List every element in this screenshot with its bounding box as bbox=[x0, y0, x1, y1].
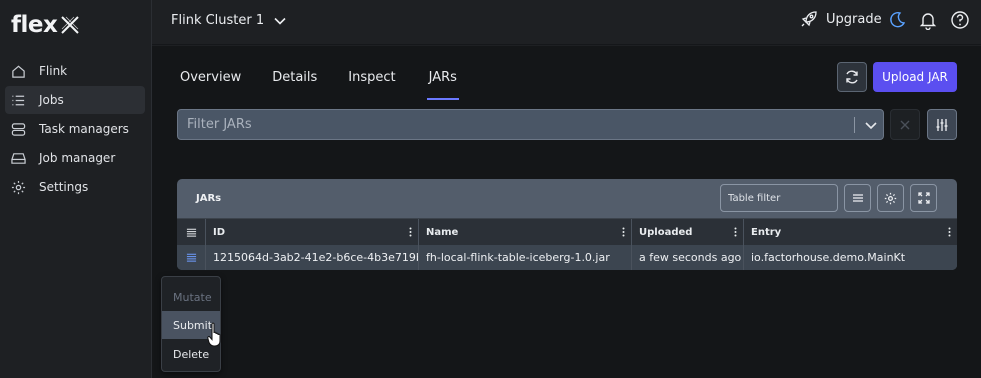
cluster-name: Flink Cluster 1 bbox=[171, 13, 265, 28]
app-logo[interactable]: flex bbox=[11, 12, 81, 38]
refresh-button[interactable] bbox=[837, 62, 867, 92]
moon-icon[interactable] bbox=[887, 10, 907, 30]
sidebar-item-settings[interactable]: Settings bbox=[5, 173, 145, 201]
menu-icon bbox=[186, 228, 196, 237]
column-header-id[interactable]: ID bbox=[205, 219, 418, 245]
sidebar-item-label: Job manager bbox=[39, 151, 116, 165]
sidebar: flex Flink Jobs Task managers Job manage… bbox=[0, 0, 152, 378]
upload-jar-button[interactable]: Upload JAR bbox=[873, 62, 957, 92]
sidebar-item-label: Task managers bbox=[39, 122, 129, 136]
cluster-selector[interactable]: Flink Cluster 1 bbox=[171, 13, 287, 28]
menu-icon bbox=[852, 194, 863, 202]
table-filter-input[interactable] bbox=[720, 184, 838, 212]
jars-table-card: JARs ID Name Uploaded bbox=[177, 179, 957, 270]
table-title: JARs bbox=[196, 193, 222, 204]
tab-details[interactable]: Details bbox=[272, 66, 317, 100]
column-header-name[interactable]: Name bbox=[418, 219, 631, 245]
kebab-icon[interactable] bbox=[734, 227, 737, 237]
refresh-icon bbox=[846, 70, 858, 84]
tab-overview[interactable]: Overview bbox=[180, 66, 241, 100]
expand-icon bbox=[917, 192, 930, 204]
column-label: Uploaded bbox=[639, 226, 693, 238]
jar-filter bbox=[177, 109, 884, 140]
cell-name: fh-local-flink-table-iceberg-1.0.jar bbox=[418, 245, 631, 270]
list-icon bbox=[12, 95, 25, 105]
sidebar-item-jobs[interactable]: Jobs bbox=[5, 86, 145, 114]
table-row[interactable]: 1215064d-3ab2-41e2-b6ce-4b3e719ba9... fh… bbox=[177, 245, 957, 270]
cell-uploaded: a few seconds ago bbox=[631, 245, 743, 270]
upgrade-button[interactable]: Upgrade bbox=[800, 10, 882, 28]
database-icon bbox=[11, 122, 26, 136]
tab-inspect[interactable]: Inspect bbox=[348, 66, 395, 100]
row-menu-icon bbox=[186, 253, 196, 262]
column-label: ID bbox=[213, 226, 226, 238]
column-header-uploaded[interactable]: Uploaded bbox=[631, 219, 743, 245]
help-icon[interactable] bbox=[950, 10, 970, 30]
close-icon bbox=[900, 120, 910, 129]
cell-entry: io.factorhouse.demo.MainKt bbox=[743, 245, 957, 270]
clear-filter-button[interactable] bbox=[890, 109, 920, 140]
tab-jars[interactable]: JARs bbox=[426, 66, 459, 100]
sidebar-nav: Flink Jobs Task managers Job manager Set… bbox=[5, 57, 145, 202]
sliders-icon bbox=[936, 118, 948, 131]
select-all-cell[interactable] bbox=[177, 219, 205, 245]
kebab-icon[interactable] bbox=[948, 227, 951, 237]
drive-icon bbox=[11, 152, 26, 164]
column-label: Name bbox=[426, 226, 459, 238]
kebab-icon[interactable] bbox=[622, 227, 625, 237]
sidebar-item-task-managers[interactable]: Task managers bbox=[5, 115, 145, 143]
chevron-down-icon[interactable] bbox=[863, 117, 879, 133]
table-header: ID Name Uploaded Entry bbox=[177, 218, 957, 245]
column-label: Entry bbox=[751, 226, 782, 238]
row-menu-cell[interactable] bbox=[177, 245, 205, 270]
table-settings-button[interactable] bbox=[877, 184, 904, 212]
logo-text: flex bbox=[11, 12, 58, 38]
filter-divider bbox=[854, 117, 855, 133]
logo-x-icon bbox=[61, 16, 80, 34]
filter-options-button[interactable] bbox=[927, 109, 957, 140]
gear-icon bbox=[11, 180, 26, 194]
sidebar-item-label: Jobs bbox=[39, 93, 64, 107]
column-header-entry[interactable]: Entry bbox=[743, 219, 957, 245]
fullscreen-button[interactable] bbox=[910, 184, 937, 212]
hand-cursor-icon bbox=[207, 322, 221, 347]
kebab-icon[interactable] bbox=[409, 227, 412, 237]
sidebar-item-label: Flink bbox=[39, 64, 68, 78]
bell-icon[interactable] bbox=[918, 10, 938, 30]
cell-id: 1215064d-3ab2-41e2-b6ce-4b3e719ba9... bbox=[205, 245, 418, 270]
upgrade-label: Upgrade bbox=[826, 11, 882, 27]
home-icon bbox=[12, 65, 25, 78]
main-content: Overview Details Inspect JARs Upload JAR… bbox=[152, 46, 981, 378]
filter-jars-input[interactable] bbox=[187, 110, 847, 139]
tab-bar: Overview Details Inspect JARs bbox=[180, 66, 490, 100]
sidebar-item-job-manager[interactable]: Job manager bbox=[5, 144, 145, 172]
column-menu-button[interactable] bbox=[844, 184, 871, 212]
chevron-down-icon bbox=[274, 17, 286, 25]
gear-icon bbox=[884, 192, 897, 204]
sidebar-item-flink[interactable]: Flink bbox=[5, 57, 145, 85]
top-header: Flink Cluster 1 Upgrade bbox=[152, 0, 981, 45]
sidebar-item-label: Settings bbox=[39, 180, 89, 194]
rocket-icon bbox=[801, 11, 817, 27]
menu-header-mutate: Mutate bbox=[173, 290, 212, 304]
